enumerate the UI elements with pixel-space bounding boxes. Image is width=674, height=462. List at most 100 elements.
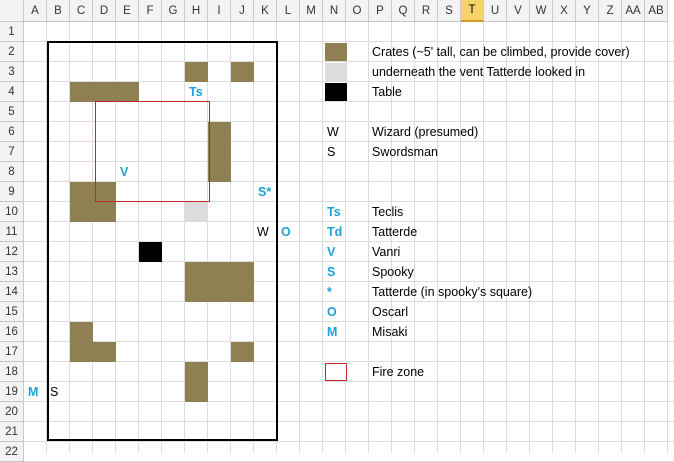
map-token: M [28,385,39,399]
legend-swatch-vent [325,63,347,81]
gridline-vertical [621,22,622,453]
legend-label: Crates (~5' tall, can be climbed, provid… [372,45,630,59]
row-header-12[interactable]: 12 [0,242,24,262]
legend-label: Table [372,85,402,99]
gridline-vertical [552,22,553,453]
map-token: Ts [189,85,203,99]
gridline-vertical [368,22,369,453]
row-header-17[interactable]: 17 [0,342,24,362]
row-header-3[interactable]: 3 [0,62,24,82]
column-header-z[interactable]: Z [599,0,622,22]
legend-symbol: O [327,305,337,319]
column-header-o[interactable]: O [346,0,369,22]
legend-swatch-fire-zone [325,363,347,381]
map-token: W [257,225,269,239]
row-header-22[interactable]: 22 [0,442,24,462]
column-header-q[interactable]: Q [392,0,415,22]
column-header-aa[interactable]: AA [622,0,645,22]
row-header-18[interactable]: 18 [0,362,24,382]
legend-symbol: M [327,325,338,339]
column-header-r[interactable]: R [415,0,438,22]
select-all-corner[interactable] [0,0,24,22]
legend-symbol: Td [327,225,343,239]
legend-label: underneath the vent Tatterde looked in [372,65,586,79]
gridline-vertical [483,22,484,453]
gridline-vertical [529,22,530,453]
column-header-y[interactable]: Y [576,0,599,22]
legend-symbol: S [327,265,336,279]
column-header-v[interactable]: V [507,0,530,22]
row-header-2[interactable]: 2 [0,42,24,62]
gridline-horizontal [24,441,674,442]
legend-symbol: V [327,245,336,259]
gridline-vertical [437,22,438,453]
map-token: S* [258,185,272,199]
row-header-21[interactable]: 21 [0,422,24,442]
map-token: S [50,385,59,399]
column-header-ab[interactable]: AB [645,0,668,22]
legend-label: Tatterde (in spooky's square) [372,285,533,299]
legend-symbol: Ts [327,205,341,219]
fire-zone-outline [95,101,210,202]
legend-symbol: W [327,125,339,139]
gridline-vertical [598,22,599,453]
row-header-8[interactable]: 8 [0,162,24,182]
column-header-u[interactable]: U [484,0,507,22]
legend-label: Swordsman [372,145,438,159]
row-header-11[interactable]: 11 [0,222,24,242]
row-header-13[interactable]: 13 [0,262,24,282]
gridline-vertical [460,22,461,453]
legend-label: Misaki [372,325,408,339]
legend-symbol: * [327,285,332,299]
legend-swatch-crate [325,43,347,61]
row-header-14[interactable]: 14 [0,282,24,302]
column-header-n[interactable]: N [323,0,346,22]
map-token: O [281,225,291,239]
legend-label: Tatterde [372,225,418,239]
legend-label: Teclis [372,205,404,219]
row-header-4[interactable]: 4 [0,82,24,102]
legend-label: Vanri [372,245,401,259]
gridline-vertical [299,22,300,453]
gridline-vertical [575,22,576,453]
column-header-c[interactable]: C [70,0,93,22]
legend-swatch-table [325,83,347,101]
row-header-7[interactable]: 7 [0,142,24,162]
spreadsheet-grid[interactable]: A B C D E F G H I J K L M N O P Q R S T U V W X Y Z AA AB 123456789… [0,0,674,462]
legend-label: Spooky [372,265,414,279]
row-header-9[interactable]: 9 [0,182,24,202]
column-header-x[interactable]: X [553,0,576,22]
column-header-p[interactable]: P [369,0,392,22]
column-header-s[interactable]: S [438,0,461,22]
row-header-15[interactable]: 15 [0,302,24,322]
column-header-g[interactable]: G [162,0,185,22]
gridline-vertical [506,22,507,453]
gridline-vertical [322,22,323,453]
column-header-f[interactable]: F [139,0,162,22]
map-token: V [120,165,129,179]
row-header-20[interactable]: 20 [0,402,24,422]
column-header-a[interactable]: A [24,0,47,22]
column-header-l[interactable]: L [277,0,300,22]
column-header-b[interactable]: B [47,0,70,22]
row-header-6[interactable]: 6 [0,122,24,142]
legend-label: Oscarl [372,305,409,319]
column-header-j[interactable]: J [231,0,254,22]
row-header-19[interactable]: 19 [0,382,24,402]
column-header-w[interactable]: W [530,0,553,22]
column-header-i[interactable]: I [208,0,231,22]
row-header-5[interactable]: 5 [0,102,24,122]
gridline-vertical [644,22,645,453]
legend-label: Fire zone [372,365,425,379]
column-header-e[interactable]: E [116,0,139,22]
legend-label: Wizard (presumed) [372,125,479,139]
row-header-10[interactable]: 10 [0,202,24,222]
row-header-16[interactable]: 16 [0,322,24,342]
column-header-k[interactable]: K [254,0,277,22]
column-header-h[interactable]: H [185,0,208,22]
column-header-d[interactable]: D [93,0,116,22]
column-header-t[interactable]: T [461,0,484,22]
column-header-m[interactable]: M [300,0,323,22]
row-header-1[interactable]: 1 [0,22,24,42]
legend-symbol: S [327,145,336,159]
